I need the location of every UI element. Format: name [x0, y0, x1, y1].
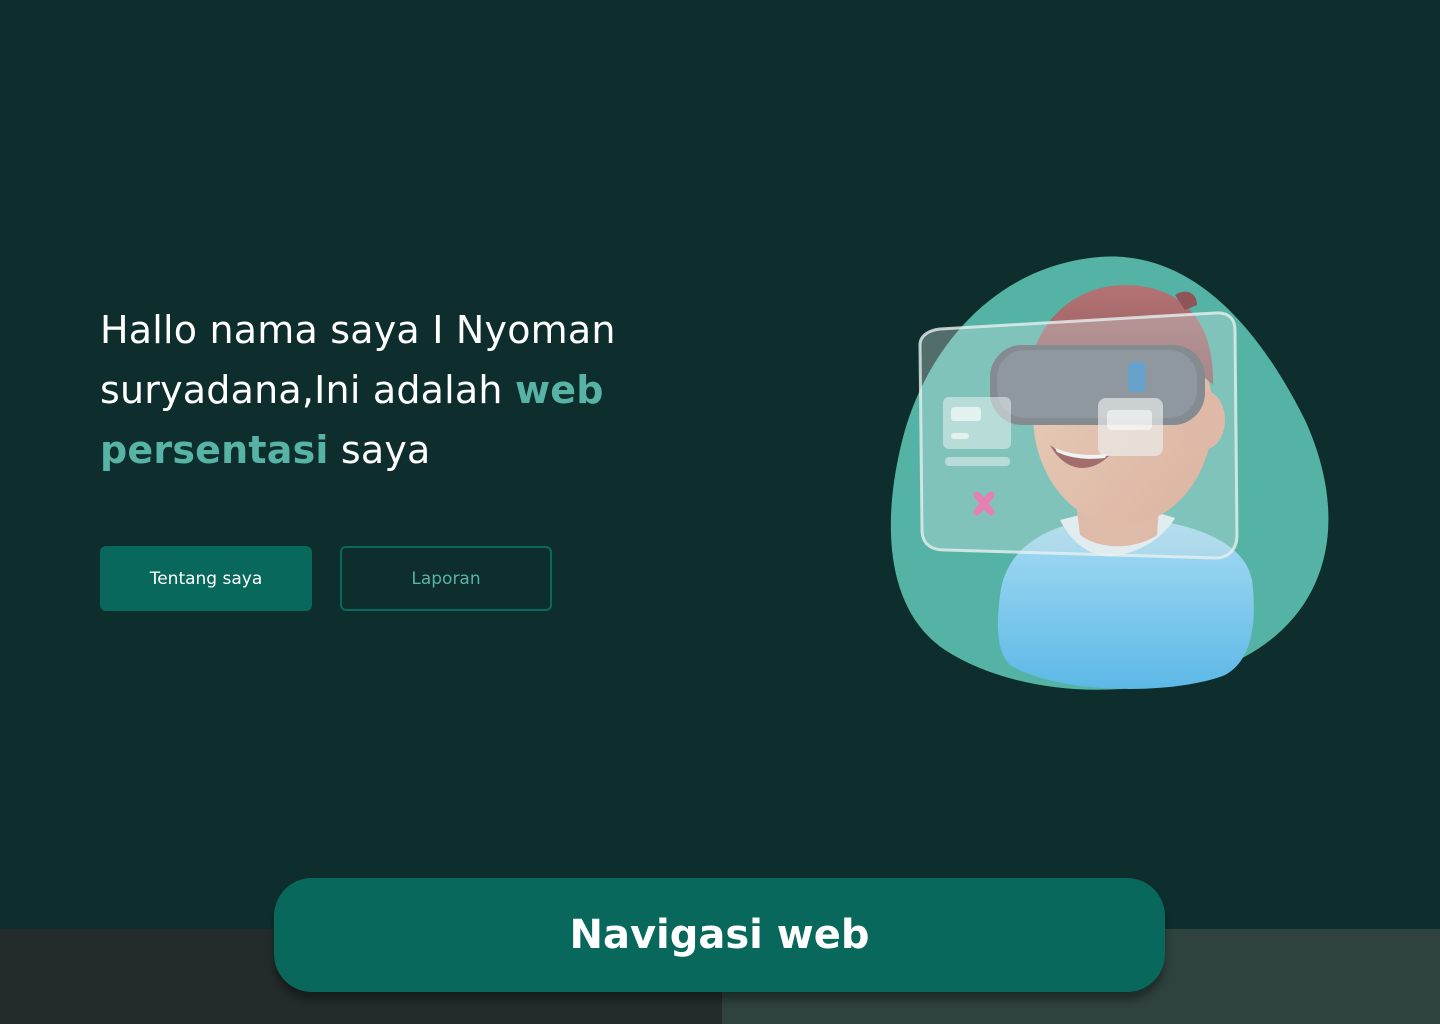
hero-line-2-accent: web	[514, 368, 604, 412]
report-button[interactable]: Laporan	[340, 546, 552, 611]
hero-line-3-plain: saya	[328, 428, 431, 472]
hero-heading: Hallo nama saya I Nyoman suryadana,Ini a…	[100, 300, 700, 480]
hero-line-1: Hallo nama saya I Nyoman	[100, 308, 616, 352]
navigation-bar[interactable]: Navigasi web	[274, 878, 1165, 992]
hero-line-2-plain: suryadana,Ini adalah	[100, 368, 515, 412]
about-me-button[interactable]: Tentang saya	[100, 546, 312, 611]
vr-avatar-illustration	[885, 250, 1345, 695]
hero-line-3-accent: persentasi	[100, 428, 329, 472]
